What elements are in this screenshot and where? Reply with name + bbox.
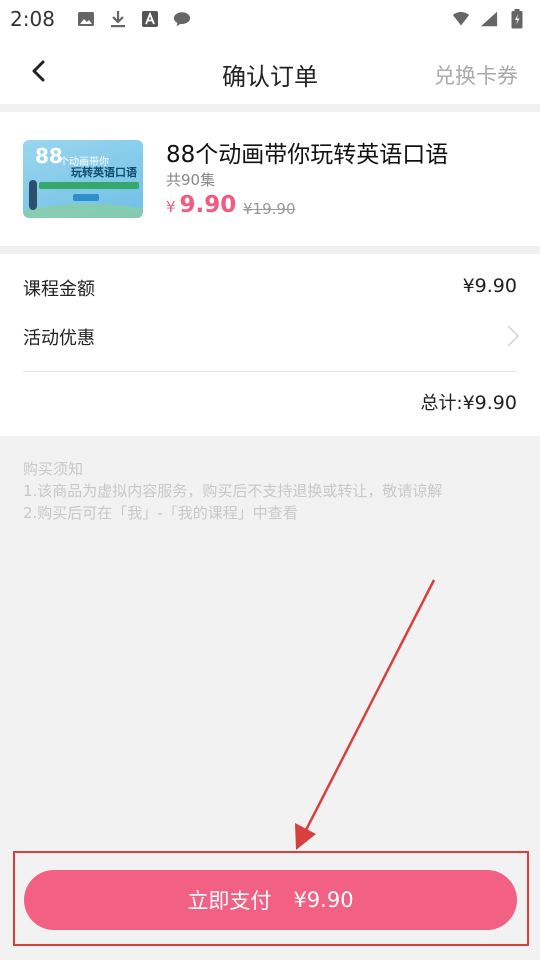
status-system-icons	[452, 9, 526, 29]
status-bar: 2:08	[0, 0, 540, 38]
nav-bar: 确认订单 兑换卡券	[0, 38, 540, 104]
status-time: 2:08	[10, 7, 55, 31]
purchase-notice: 购买须知 1.该商品为虚拟内容服务，购买后不支持退换或转让，敬请谅解 2.购买后…	[23, 458, 442, 524]
promotion-row[interactable]: 活动优惠	[23, 324, 95, 350]
pay-button-amount: ¥9.90	[293, 888, 354, 912]
redeem-voucher-button[interactable]: 兑换卡券	[434, 60, 518, 90]
course-title: 88个动画带你玩转英语口语	[166, 142, 449, 168]
total-label: 总计:	[420, 393, 463, 414]
divider	[23, 371, 517, 372]
download-icon	[109, 11, 127, 28]
message-icon	[173, 11, 191, 27]
course-thumbnail: 88 个动画带你 玩转英语口语	[23, 140, 143, 218]
original-price: ¥19.90	[243, 200, 296, 218]
font-icon	[141, 11, 159, 27]
episode-count: 共90集	[166, 171, 216, 189]
course-amount-value: ¥9.90	[462, 275, 517, 297]
currency-symbol: ¥	[166, 198, 176, 216]
thumbnail-text: 玩转英语口语	[71, 166, 137, 179]
order-total: 总计:¥9.90	[421, 389, 517, 415]
notice-line: 2.购买后可在「我」-「我的课程」中查看	[23, 504, 298, 522]
divider	[0, 246, 540, 254]
course-amount-label: 课程金额	[23, 279, 95, 300]
wifi-icon	[452, 11, 470, 27]
chevron-right-icon[interactable]	[506, 324, 520, 348]
sale-price-value: 9.90	[179, 192, 237, 218]
product-card: 88 个动画带你 玩转英语口语 88个动画带你玩转英语口语 共90集 ¥9.90…	[0, 112, 540, 246]
order-details: 课程金额 ¥9.90 活动优惠 总计:¥9.90	[0, 254, 540, 436]
total-value: ¥9.90	[462, 392, 517, 414]
image-icon	[77, 11, 95, 27]
notice-line: 1.该商品为虚拟内容服务，购买后不支持退换或转让，敬请谅解	[23, 482, 443, 500]
divider	[0, 104, 540, 112]
pay-now-button[interactable]: 立即支付 ¥9.90	[24, 870, 517, 930]
battery-icon	[508, 9, 526, 29]
signal-icon	[480, 11, 498, 27]
pay-button-label: 立即支付	[187, 889, 272, 913]
status-notification-icons	[77, 11, 191, 28]
notice-title: 购买须知	[23, 460, 84, 478]
sale-price: ¥9.90	[166, 192, 236, 218]
